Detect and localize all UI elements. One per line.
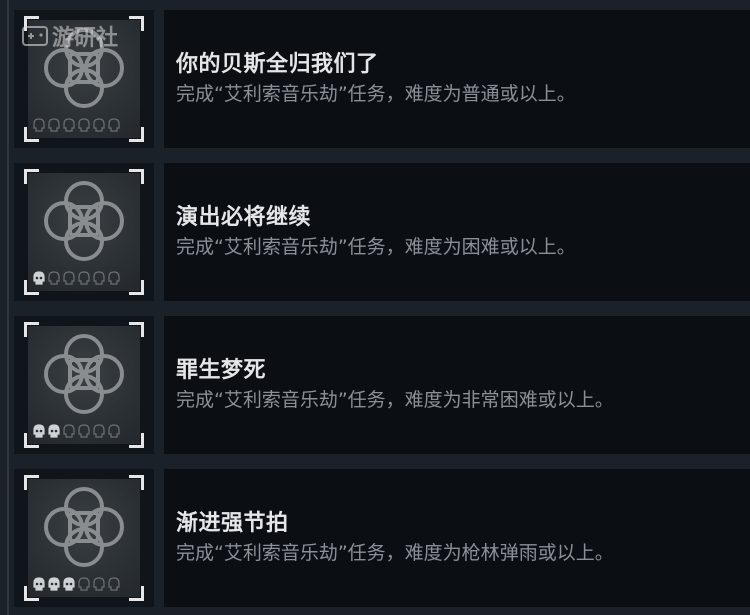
skull-outline-icon (77, 270, 91, 289)
skull-filled-icon (32, 576, 46, 595)
skull-outline-icon (47, 117, 61, 136)
achievement-description: 完成“艾利索音乐劫”任务，难度为普通或以上。 (176, 83, 576, 105)
achievement-icon (14, 163, 154, 301)
skull-outline-icon (62, 423, 76, 442)
achievement-icon (14, 316, 154, 454)
skull-outline-icon (107, 576, 121, 595)
skull-outline-icon (77, 423, 91, 442)
achievement-icon (14, 469, 154, 607)
skull-outline-icon (92, 117, 106, 136)
achievement-text-panel: 罪生梦死 完成“艾利索音乐劫”任务，难度为非常困难或以上。 (164, 316, 750, 454)
bracket-corner (129, 169, 144, 184)
skull-outline-icon (107, 117, 121, 136)
skull-filled-icon (47, 576, 61, 595)
achievement-title: 渐进强节拍 (176, 511, 289, 536)
left-border (7, 0, 9, 615)
achievement-row[interactable]: 你的贝斯全归我们了 完成“艾利索音乐劫”任务，难度为普通或以上。 (14, 10, 750, 148)
difficulty-skulls (32, 117, 121, 136)
bracket-corner (129, 16, 144, 31)
flower-emblem-icon (44, 181, 124, 261)
skull-outline-icon (77, 576, 91, 595)
skull-outline-icon (92, 576, 106, 595)
achievement-title: 你的贝斯全归我们了 (176, 52, 379, 77)
achievement-description: 完成“艾利索音乐劫”任务，难度为非常困难或以上。 (176, 389, 614, 411)
achievement-row[interactable]: 罪生梦死 完成“艾利索音乐劫”任务，难度为非常困难或以上。 (14, 316, 750, 454)
skull-outline-icon (92, 270, 106, 289)
skull-outline-icon (32, 117, 46, 136)
achievement-text-panel: 演出必将继续 完成“艾利索音乐劫”任务，难度为困难或以上。 (164, 163, 750, 301)
achievement-title: 演出必将继续 (176, 205, 312, 230)
flower-emblem-icon (44, 487, 124, 567)
skull-filled-icon (32, 270, 46, 289)
bracket-corner (129, 127, 144, 142)
bracket-corner (129, 475, 144, 490)
difficulty-skulls (32, 423, 121, 442)
watermark-logo: 游研社 (22, 20, 118, 52)
skull-outline-icon (47, 270, 61, 289)
skull-filled-icon (47, 423, 61, 442)
flower-emblem-icon (44, 334, 124, 414)
skull-outline-icon (77, 117, 91, 136)
skull-outline-icon (62, 117, 76, 136)
skull-outline-icon (107, 423, 121, 442)
achievement-description: 完成“艾利索音乐劫”任务，难度为困难或以上。 (176, 236, 576, 258)
bracket-corner (129, 322, 144, 337)
achievement-text-panel: 渐进强节拍 完成“艾利索音乐劫”任务，难度为枪林弹雨或以上。 (164, 469, 750, 607)
gamepad-icon (22, 26, 48, 46)
achievement-row[interactable]: 演出必将继续 完成“艾利索音乐劫”任务，难度为困难或以上。 (14, 163, 750, 301)
bracket-corner (129, 586, 144, 601)
achievement-description: 完成“艾利索音乐劫”任务，难度为枪林弹雨或以上。 (176, 542, 614, 564)
skull-outline-icon (92, 423, 106, 442)
watermark-text: 游研社 (52, 26, 119, 51)
bracket-corner (129, 433, 144, 448)
skull-filled-icon (62, 576, 76, 595)
bracket-corner (24, 322, 39, 337)
difficulty-skulls (32, 576, 121, 595)
bracket-corner (24, 169, 39, 184)
bracket-corner (129, 280, 144, 295)
achievement-row[interactable]: 渐进强节拍 完成“艾利索音乐劫”任务，难度为枪林弹雨或以上。 (14, 469, 750, 607)
achievement-list: 你的贝斯全归我们了 完成“艾利索音乐劫”任务，难度为普通或以上。 演出必将继续 … (0, 0, 750, 615)
bracket-corner (24, 475, 39, 490)
skull-filled-icon (32, 423, 46, 442)
achievement-title: 罪生梦死 (176, 358, 267, 383)
skull-outline-icon (107, 270, 121, 289)
skull-outline-icon (62, 270, 76, 289)
achievement-text-panel: 你的贝斯全归我们了 完成“艾利索音乐劫”任务，难度为普通或以上。 (164, 10, 750, 148)
difficulty-skulls (32, 270, 121, 289)
